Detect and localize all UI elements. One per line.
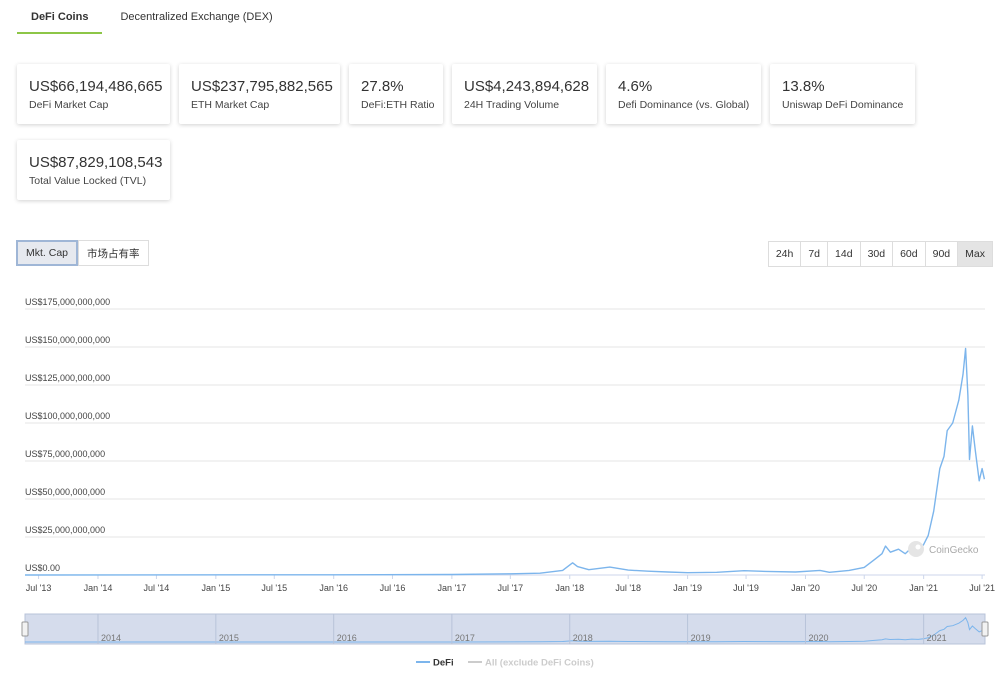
stat-value: 4.6% bbox=[618, 78, 653, 95]
x-tick-label: Jul '20 bbox=[851, 583, 877, 593]
tab-defi-coins[interactable]: DeFi Coins bbox=[17, 0, 103, 34]
navigator-year-label: 2019 bbox=[691, 633, 711, 643]
navigator-year-label: 2021 bbox=[927, 633, 947, 643]
x-tick-label: Jul '18 bbox=[615, 583, 641, 593]
x-tick-label: Jan '17 bbox=[438, 583, 467, 593]
x-tick-label: Jan '14 bbox=[84, 583, 113, 593]
range-selector: 24h 7d 14d 30d 60d 90d Max bbox=[767, 241, 993, 267]
stat-card-defi-eth-ratio: 27.8% DeFi:ETH Ratio bbox=[349, 64, 443, 124]
stat-label: DeFi:ETH Ratio bbox=[361, 99, 435, 111]
navigator-selection[interactable] bbox=[24, 613, 986, 645]
chart-type-toggle: Mkt. Cap 市场占有率 bbox=[16, 240, 149, 266]
x-tick-label: Jul '14 bbox=[144, 583, 170, 593]
x-tick-label: Jul '17 bbox=[497, 583, 523, 593]
x-tick-label: Jul '16 bbox=[380, 583, 406, 593]
stat-card-defi-dominance: 4.6% Defi Dominance (vs. Global) bbox=[606, 64, 761, 124]
stat-card-tvl: US$87,829,108,543 Total Value Locked (TV… bbox=[17, 140, 170, 200]
x-tick-label: Jul '13 bbox=[26, 583, 52, 593]
stat-value: 13.8% bbox=[782, 78, 825, 95]
x-tick-label: Jul '15 bbox=[261, 583, 287, 593]
y-tick-label: US$75,000,000,000 bbox=[25, 449, 105, 459]
stat-label: ETH Market Cap bbox=[191, 99, 270, 111]
stat-value: US$4,243,894,628 bbox=[464, 78, 590, 95]
stat-card-trading-volume: US$4,243,894,628 24H Trading Volume bbox=[452, 64, 597, 124]
x-tick-label: Jan '19 bbox=[673, 583, 702, 593]
coingecko-logo-eye bbox=[915, 544, 921, 550]
range-button-90d[interactable]: 90d bbox=[924, 241, 959, 267]
navigator-year-label: 2020 bbox=[808, 633, 828, 643]
mkt-cap-button[interactable]: Mkt. Cap bbox=[16, 240, 79, 266]
x-tick-label: Jan '20 bbox=[791, 583, 820, 593]
tab-dex[interactable]: Decentralized Exchange (DEX) bbox=[106, 0, 286, 34]
range-button-24h[interactable]: 24h bbox=[767, 241, 802, 267]
stat-value: US$237,795,882,565 bbox=[191, 78, 333, 95]
defi-series-line bbox=[24, 347, 986, 576]
x-tick-label: Jan '16 bbox=[319, 583, 348, 593]
range-button-60d[interactable]: 60d bbox=[892, 241, 926, 267]
coingecko-logo-icon bbox=[908, 541, 924, 557]
navigator-year-label: 2015 bbox=[219, 633, 239, 643]
navigator-year-label: 2016 bbox=[337, 633, 357, 643]
stat-value: US$87,829,108,543 bbox=[29, 154, 163, 171]
navigator-right-handle[interactable] bbox=[981, 621, 989, 637]
stat-card-defi-market-cap: US$66,194,486,665 DeFi Market Cap bbox=[17, 64, 170, 124]
y-tick-label: US$175,000,000,000 bbox=[25, 297, 110, 307]
y-tick-label: US$100,000,000,000 bbox=[25, 411, 110, 421]
stat-card-eth-market-cap: US$237,795,882,565 ETH Market Cap bbox=[179, 64, 340, 124]
stat-label: Defi Dominance (vs. Global) bbox=[618, 99, 750, 111]
y-tick-label: US$125,000,000,000 bbox=[25, 373, 110, 383]
y-tick-label: US$25,000,000,000 bbox=[25, 525, 105, 535]
x-tick-label: Jan '18 bbox=[555, 583, 584, 593]
legend-item-defi[interactable]: DeFi bbox=[433, 658, 454, 669]
x-tick-label: Jan '21 bbox=[909, 583, 938, 593]
watermark-text: CoinGecko bbox=[929, 545, 979, 556]
stat-card-uniswap-dominance: 13.8% Uniswap DeFi Dominance bbox=[770, 64, 915, 124]
dominance-button[interactable]: 市场占有率 bbox=[78, 240, 149, 266]
navigator-year-label: 2014 bbox=[101, 633, 121, 643]
stat-label: Uniswap DeFi Dominance bbox=[782, 99, 904, 111]
y-tick-label: US$0.00 bbox=[25, 563, 60, 573]
y-tick-label: US$150,000,000,000 bbox=[25, 335, 110, 345]
range-button-14d[interactable]: 14d bbox=[827, 241, 861, 267]
navigator-year-label: 2017 bbox=[455, 633, 475, 643]
stat-label: DeFi Market Cap bbox=[29, 99, 109, 111]
navigator-series-line bbox=[25, 616, 985, 643]
tab-bar: DeFi Coins Decentralized Exchange (DEX) bbox=[17, 0, 287, 34]
navigator-year-label: 2018 bbox=[573, 633, 593, 643]
x-tick-label: Jul '21 bbox=[969, 583, 995, 593]
y-tick-label: US$50,000,000,000 bbox=[25, 487, 105, 497]
stat-value: US$66,194,486,665 bbox=[29, 78, 163, 95]
legend-item-all[interactable]: All (exclude DeFi Coins) bbox=[485, 658, 594, 669]
range-button-max[interactable]: Max bbox=[957, 241, 993, 267]
range-button-30d[interactable]: 30d bbox=[859, 241, 894, 267]
stat-label: 24H Trading Volume bbox=[464, 99, 560, 111]
navigator-left-handle[interactable] bbox=[21, 621, 29, 637]
x-tick-label: Jul '19 bbox=[733, 583, 759, 593]
stat-label: Total Value Locked (TVL) bbox=[29, 175, 147, 187]
x-tick-label: Jan '15 bbox=[201, 583, 230, 593]
stat-value: 27.8% bbox=[361, 78, 404, 95]
range-button-7d[interactable]: 7d bbox=[800, 241, 829, 267]
